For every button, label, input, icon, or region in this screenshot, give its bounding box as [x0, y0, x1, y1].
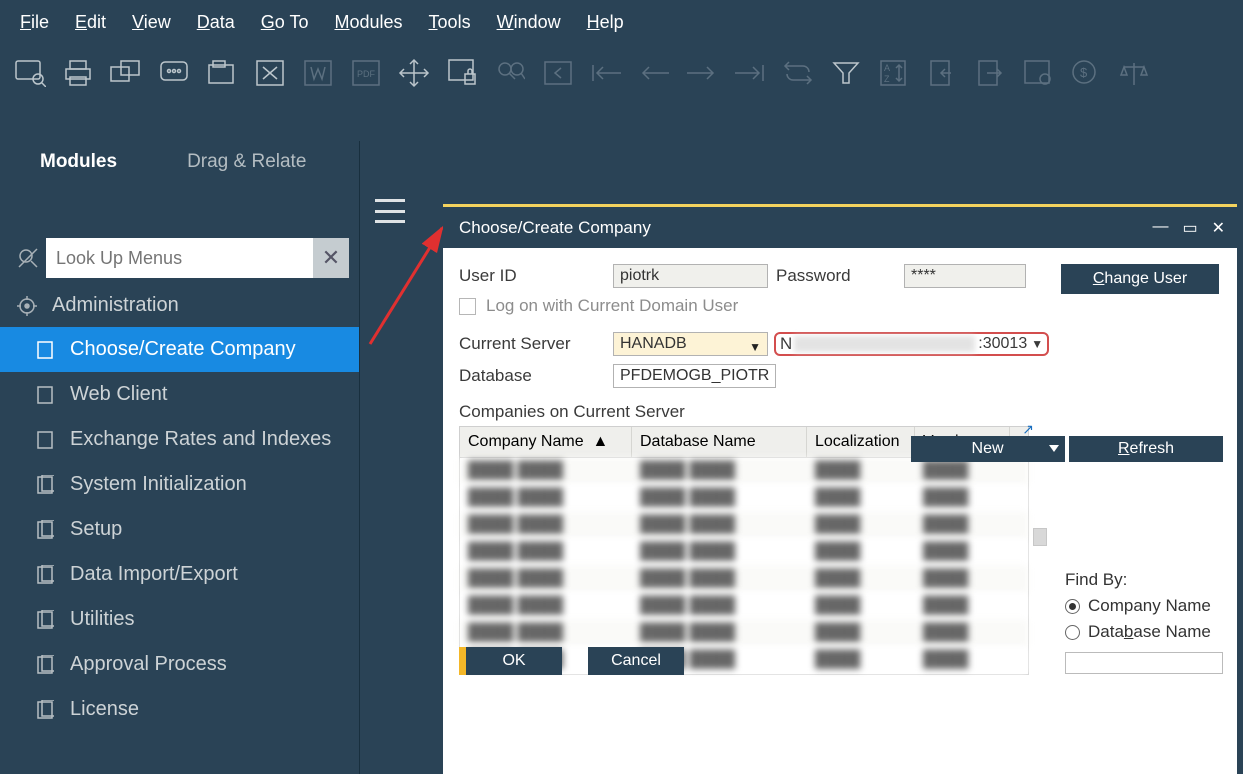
next-icon[interactable]	[682, 53, 722, 93]
balance-icon[interactable]	[1114, 53, 1154, 93]
dialog-title: Choose/Create Company	[459, 218, 651, 238]
svg-text:$: $	[1080, 65, 1088, 80]
label-find-by: Find By:	[1065, 570, 1223, 590]
first-icon[interactable]	[586, 53, 626, 93]
import-icon[interactable]	[922, 53, 962, 93]
clear-search-button[interactable]: ✕	[313, 238, 349, 278]
excel-icon[interactable]	[250, 53, 290, 93]
menu-data[interactable]: Data	[197, 12, 235, 33]
domain-user-checkbox[interactable]	[459, 298, 476, 315]
new-button[interactable]: New	[911, 436, 1065, 462]
table-row[interactable]: ████ ████████ ████████████	[460, 512, 1028, 539]
menu-bar: File Edit View Data Go To Modules Tools …	[0, 0, 1243, 45]
tree-item-utilities[interactable]: Utilities	[0, 597, 359, 642]
filter-icon[interactable]	[826, 53, 866, 93]
label-userid: User ID	[459, 266, 613, 286]
find-input[interactable]	[1065, 652, 1223, 674]
collapse-panel-button[interactable]	[375, 199, 405, 223]
col-company-name[interactable]: Company Name ▲	[460, 427, 632, 457]
cash-icon[interactable]: $	[1066, 53, 1106, 93]
menu-window[interactable]: Window	[497, 12, 561, 33]
table-row[interactable]: ████ ████████ ████████████	[460, 539, 1028, 566]
database-field[interactable]	[613, 364, 776, 388]
choose-company-dialog: Choose/Create Company — ▭ ✕ Change User …	[443, 204, 1237, 774]
print-icon[interactable]	[58, 53, 98, 93]
tab-drag-relate[interactable]: Drag & Relate	[187, 151, 306, 173]
lock-layout-icon[interactable]	[442, 53, 482, 93]
tab-modules[interactable]: Modules	[40, 151, 117, 173]
close-button[interactable]: ✕	[1212, 218, 1225, 238]
tree-item-web-client[interactable]: Web Client	[0, 372, 359, 417]
svg-text:PDF: PDF	[357, 69, 376, 79]
col-localization[interactable]: Localization	[807, 427, 915, 457]
tree-item-license[interactable]: License	[0, 687, 359, 732]
search-icon	[10, 239, 46, 277]
userid-field[interactable]	[613, 264, 768, 288]
table-row[interactable]: ████ ████████ ████████████	[460, 566, 1028, 593]
tree-item-choose-create-company[interactable]: Choose/Create Company	[0, 327, 359, 372]
export-icon[interactable]	[970, 53, 1010, 93]
col-database-name[interactable]: Database Name	[632, 427, 807, 457]
move-icon[interactable]	[394, 53, 434, 93]
svg-text:A: A	[884, 63, 890, 73]
change-user-button[interactable]: Change User	[1061, 264, 1219, 294]
menu-help[interactable]: Help	[587, 12, 624, 33]
search-input[interactable]	[46, 238, 313, 278]
side-panel: Modules Drag & Relate ✕ Administration C…	[0, 141, 360, 774]
menu-file[interactable]: File	[20, 12, 49, 33]
ok-button[interactable]: OK	[466, 647, 562, 675]
tree-item-approval-process[interactable]: Approval Process	[0, 642, 359, 687]
tree-item-exchange-rates[interactable]: Exchange Rates and Indexes	[0, 417, 359, 462]
menu-goto[interactable]: Go To	[261, 12, 309, 33]
table-row[interactable]: ████ ████████ ████████████	[460, 485, 1028, 512]
preview-icon[interactable]	[10, 53, 50, 93]
label-password: Password	[776, 266, 904, 286]
first-rec-icon[interactable]	[538, 53, 578, 93]
toolbar: PDF AZ $	[0, 45, 1243, 111]
menu-modules[interactable]: Modules	[335, 12, 403, 33]
pdf-icon[interactable]: PDF	[346, 53, 386, 93]
tree-item-system-init[interactable]: System Initialization	[0, 462, 359, 507]
find-icon[interactable]	[490, 53, 530, 93]
server-type-dropdown[interactable]: HANADB	[613, 332, 768, 356]
table-row[interactable]: ████ ████████ ████████████	[460, 593, 1028, 620]
tree-item-setup[interactable]: Setup	[0, 507, 359, 552]
menu-tools[interactable]: Tools	[429, 12, 471, 33]
radio-company-name[interactable]	[1065, 599, 1080, 614]
server-host-dropdown[interactable]: N:30013	[774, 332, 1049, 356]
minimize-button[interactable]: —	[1152, 218, 1168, 238]
word-icon[interactable]	[298, 53, 338, 93]
refresh-icon[interactable]	[778, 53, 818, 93]
nav-tree: Administration Choose/Create Company Web…	[0, 284, 359, 732]
last-icon[interactable]	[730, 53, 770, 93]
tree-node-administration[interactable]: Administration	[0, 284, 359, 327]
label-logon-domain: Log on with Current Domain User	[486, 296, 738, 316]
label-current-server: Current Server	[459, 334, 613, 354]
maximize-button[interactable]: ▭	[1182, 218, 1197, 238]
form-settings-icon[interactable]	[1018, 53, 1058, 93]
radio-database-name[interactable]	[1065, 625, 1080, 640]
grid-scrollbar[interactable]	[1033, 528, 1047, 546]
sms-icon[interactable]	[154, 53, 194, 93]
menu-edit[interactable]: Edit	[75, 12, 106, 33]
svg-text:Z: Z	[884, 74, 890, 84]
password-field[interactable]	[904, 264, 1026, 288]
label-companies: Companies on Current Server	[459, 402, 1221, 422]
menu-view[interactable]: View	[132, 12, 171, 33]
cancel-button[interactable]: Cancel	[588, 647, 684, 675]
fax-icon[interactable]	[202, 53, 242, 93]
table-row[interactable]: ████ ████████ ████████████	[460, 620, 1028, 647]
prev-icon[interactable]	[634, 53, 674, 93]
refresh-button[interactable]: Refresh	[1069, 436, 1223, 462]
tree-item-data-import-export[interactable]: Data Import/Export	[0, 552, 359, 597]
print-seq-icon[interactable]	[106, 53, 146, 93]
label-database: Database	[459, 366, 613, 386]
sort-icon[interactable]: AZ	[874, 53, 914, 93]
